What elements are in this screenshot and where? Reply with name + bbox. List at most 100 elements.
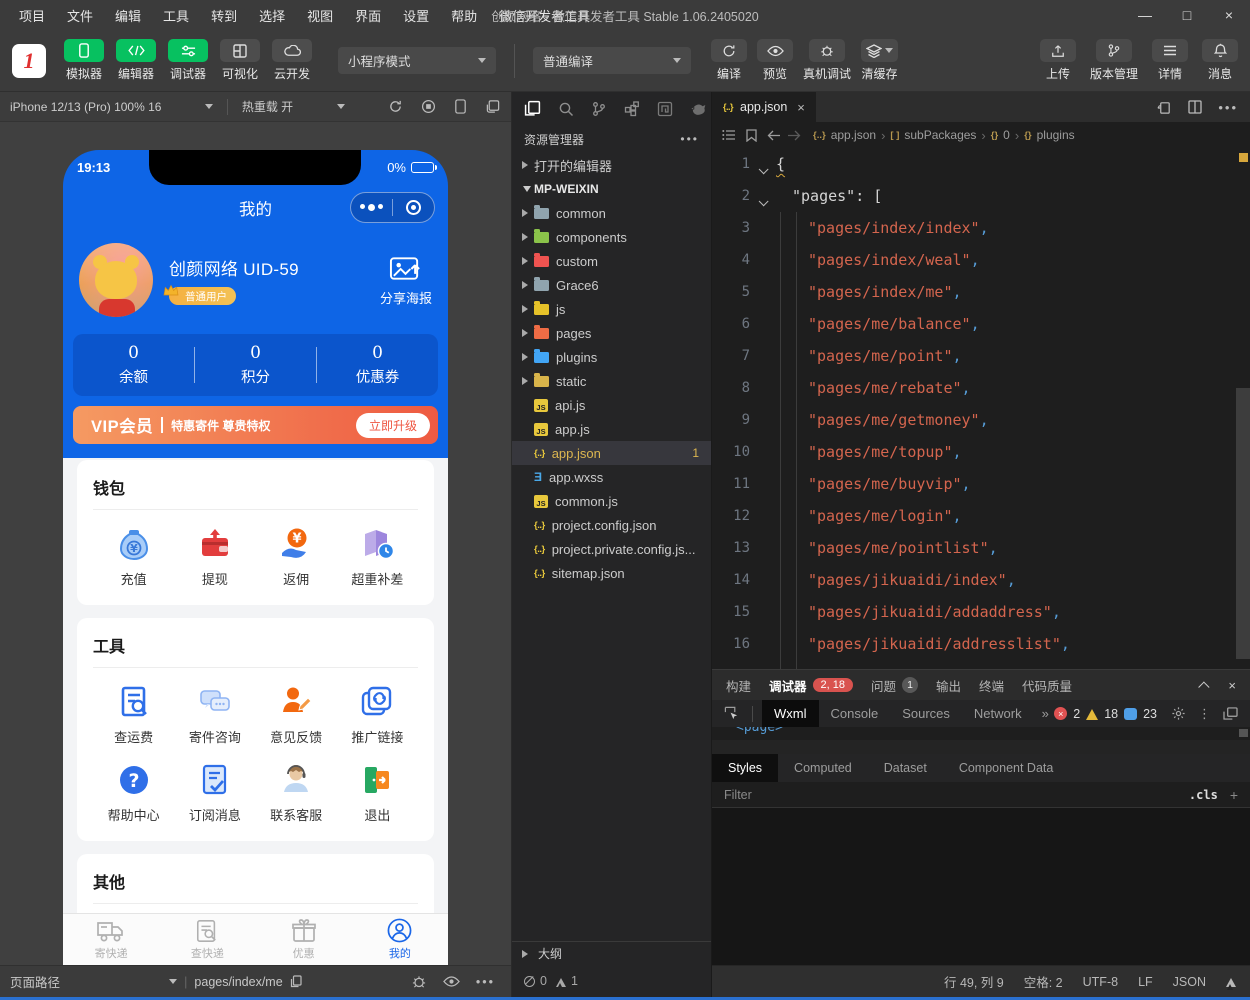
devtools-tab-Wxml[interactable]: Wxml bbox=[762, 700, 819, 727]
action-预览[interactable]: 预览 bbox=[757, 39, 793, 82]
toolbar-button-编辑器[interactable]: 编辑器 bbox=[112, 39, 160, 82]
action-版本管理[interactable]: 版本管理 bbox=[1090, 39, 1138, 82]
action-编译[interactable]: 编译 bbox=[711, 39, 747, 82]
folder-components[interactable]: components bbox=[512, 225, 711, 249]
console-counts[interactable]: ×2 18 23 bbox=[1054, 707, 1157, 721]
tab-app-json[interactable]: {..} app.json × bbox=[712, 92, 816, 122]
toolbar-button-可视化[interactable]: 可视化 bbox=[216, 39, 264, 82]
debug-tab-终端[interactable]: 终端 bbox=[979, 676, 1004, 695]
menu-11[interactable]: 微信开发者工具 bbox=[490, 3, 599, 28]
debug-tab-调试器[interactable]: 调试器2, 18 bbox=[769, 676, 853, 695]
device-frame-icon[interactable] bbox=[454, 99, 467, 114]
kebab-menu-icon[interactable]: ⋮ bbox=[1198, 706, 1211, 722]
explorer-more-icon[interactable]: ••• bbox=[680, 132, 699, 146]
undock-icon[interactable] bbox=[1223, 707, 1238, 720]
back-icon[interactable] bbox=[767, 130, 781, 141]
code-area[interactable]: 1{2"pages": [3"pages/index/index",4"page… bbox=[712, 148, 1250, 669]
file-api.js[interactable]: JSapi.js bbox=[512, 393, 711, 417]
menu-4[interactable]: 工具 bbox=[154, 3, 198, 28]
filter-input[interactable]: Filter bbox=[724, 788, 752, 802]
menu-item-提现[interactable]: 提现 bbox=[174, 526, 255, 588]
devtools-tab-Sources[interactable]: Sources bbox=[890, 700, 962, 727]
inspect-icon[interactable] bbox=[720, 706, 743, 721]
extensions-icon[interactable] bbox=[624, 101, 640, 117]
status-segment-4[interactable]: JSON bbox=[1173, 975, 1206, 989]
npm-icon[interactable] bbox=[657, 101, 673, 117]
folder-plugins[interactable]: plugins bbox=[512, 345, 711, 369]
close-panel-icon[interactable]: × bbox=[1228, 678, 1236, 693]
more-actions-icon[interactable]: ••• bbox=[1218, 100, 1238, 115]
folder-js[interactable]: js bbox=[512, 297, 711, 321]
open-changes-icon[interactable] bbox=[1157, 100, 1172, 115]
outline-list-icon[interactable] bbox=[722, 129, 736, 141]
action-上传[interactable]: 上传 bbox=[1040, 39, 1076, 82]
file-project.private.config.js...[interactable]: {..}project.private.config.js... bbox=[512, 537, 711, 561]
file-打开的编辑器[interactable]: 打开的编辑器 bbox=[512, 153, 711, 177]
devtools-tab-Network[interactable]: Network bbox=[962, 700, 1034, 727]
device-selector[interactable]: iPhone 12/13 (Pro) 100% 16 bbox=[10, 100, 161, 114]
multi-window-icon[interactable] bbox=[485, 99, 501, 114]
tab-查快递[interactable]: 查快递 bbox=[159, 914, 255, 965]
toolbar-button-模拟器[interactable]: 模拟器 bbox=[60, 39, 108, 82]
maximize-button[interactable]: □ bbox=[1166, 0, 1208, 30]
outline-section[interactable]: 大纲 bbox=[512, 941, 711, 965]
stat-积分[interactable]: 0积分 bbox=[195, 343, 316, 387]
tab-我的[interactable]: 我的 bbox=[352, 914, 448, 965]
vip-banner[interactable]: VIP会员 特惠寄件 尊贵特权 立即升级 bbox=[73, 406, 438, 444]
tab-优惠[interactable]: 优惠 bbox=[256, 914, 352, 965]
status-segment-3[interactable]: LF bbox=[1138, 975, 1153, 989]
record-icon[interactable] bbox=[421, 99, 436, 114]
action-消息[interactable]: 消息 bbox=[1202, 39, 1238, 82]
teapot-icon[interactable] bbox=[690, 102, 708, 116]
styles-tab-Component-Data[interactable]: Component Data bbox=[943, 754, 1070, 782]
debug-tab-构建[interactable]: 构建 bbox=[726, 676, 751, 695]
menu-3[interactable]: 编辑 bbox=[106, 3, 150, 28]
more-icon[interactable]: ••• bbox=[476, 975, 495, 989]
debug-tab-代码质量[interactable]: 代码质量 bbox=[1022, 676, 1072, 695]
folder-static[interactable]: static bbox=[512, 369, 711, 393]
menu-item-退出[interactable]: 退出 bbox=[337, 762, 418, 824]
menu-item-查运费[interactable]: 查运费 bbox=[93, 684, 174, 746]
avatar[interactable] bbox=[79, 243, 153, 317]
styles-tab-Computed[interactable]: Computed bbox=[778, 754, 868, 782]
split-editor-icon[interactable] bbox=[1188, 100, 1202, 114]
file-app.wxss[interactable]: Ǝapp.wxss bbox=[512, 465, 711, 489]
capsule-menu[interactable] bbox=[350, 192, 435, 223]
menu-item-返佣[interactable]: ¥返佣 bbox=[256, 526, 337, 588]
settings-gear-icon[interactable] bbox=[1171, 706, 1186, 721]
menu-item-充值[interactable]: ¥充值 bbox=[93, 526, 174, 588]
menu-5[interactable]: 转到 bbox=[202, 3, 246, 28]
wxml-tree-partial[interactable]: <page> bbox=[712, 727, 1250, 740]
action-真机调试[interactable]: 真机调试 bbox=[803, 39, 851, 82]
folder-Grace6[interactable]: Grace6 bbox=[512, 273, 711, 297]
menu-item-寄件咨询[interactable]: 寄件咨询 bbox=[174, 684, 255, 746]
menu-2[interactable]: 文件 bbox=[58, 3, 102, 28]
minimize-button[interactable]: — bbox=[1124, 0, 1166, 30]
file-app.js[interactable]: JSapp.js bbox=[512, 417, 711, 441]
search-icon[interactable] bbox=[558, 101, 574, 117]
exit-miniprogram-icon[interactable] bbox=[393, 200, 434, 215]
vip-upgrade-button[interactable]: 立即升级 bbox=[356, 413, 430, 438]
file-project.config.json[interactable]: {..}project.config.json bbox=[512, 513, 711, 537]
menu-7[interactable]: 视图 bbox=[298, 3, 342, 28]
menu-item-订阅消息[interactable]: 订阅消息 bbox=[174, 762, 255, 824]
file-sitemap.json[interactable]: {..}sitemap.json bbox=[512, 561, 711, 585]
folder-pages[interactable]: pages bbox=[512, 321, 711, 345]
menu-9[interactable]: 设置 bbox=[394, 3, 438, 28]
tab-寄快递[interactable]: 寄快递 bbox=[63, 914, 159, 965]
breadcrumb-plugins[interactable]: {}plugins bbox=[1024, 128, 1074, 142]
breadcrumb-0[interactable]: {}0 bbox=[991, 128, 1010, 142]
mode-dropdown[interactable]: 小程序模式 bbox=[338, 47, 496, 74]
status-segment-1[interactable]: 空格: 2 bbox=[1024, 972, 1063, 991]
forward-icon[interactable] bbox=[787, 130, 801, 141]
menu-item-推广链接[interactable]: 推广链接 bbox=[337, 684, 418, 746]
menu-item-联系客服[interactable]: 联系客服 bbox=[256, 762, 337, 824]
menu-item-帮助中心[interactable]: ?帮助中心 bbox=[93, 762, 174, 824]
explorer-problems-bar[interactable]: 0 1 bbox=[512, 965, 711, 997]
action-详情[interactable]: 详情 bbox=[1152, 39, 1188, 82]
menu-6[interactable]: 选择 bbox=[250, 3, 294, 28]
file-app.json[interactable]: {..}app.json1 bbox=[512, 441, 711, 465]
breadcrumb-subPackages[interactable]: [ ]subPackages bbox=[890, 128, 976, 142]
more-tabs-icon[interactable]: » bbox=[1042, 706, 1049, 721]
status-segment-2[interactable]: UTF-8 bbox=[1083, 975, 1118, 989]
